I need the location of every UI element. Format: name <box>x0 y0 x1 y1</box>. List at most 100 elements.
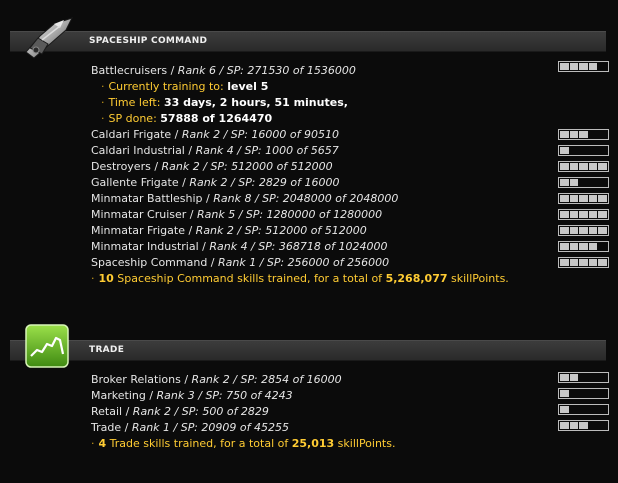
skill-name: Destroyers <box>91 160 151 173</box>
bullet-dot: · <box>101 96 105 109</box>
level-segment <box>598 131 607 138</box>
skill-level-bar <box>558 161 609 172</box>
trade-chart-icon <box>25 324 69 368</box>
trade-header: TRADE <box>10 340 606 361</box>
skill-detail: Rank 4 / SP: 1000 of 5657 <box>195 144 339 157</box>
skill-level-bar <box>558 129 609 140</box>
skill-level-bar <box>558 257 609 268</box>
skill-name: Trade <box>91 421 122 434</box>
skill-row: Retail / Rank 2 / SP: 500 of 2829 <box>91 405 269 418</box>
skill-level-bar <box>558 145 609 156</box>
level-segment <box>560 131 569 138</box>
skill-name: Caldari Frigate <box>91 128 172 141</box>
level-segment <box>598 195 607 202</box>
section-title: TRADE <box>89 345 125 355</box>
skill-row: Spaceship Command / Rank 1 / SP: 256000 … <box>91 256 390 269</box>
level-segment <box>560 179 569 186</box>
level-segment <box>560 243 569 250</box>
level-segment <box>579 179 588 186</box>
level-segment <box>579 63 588 70</box>
level-segment <box>569 227 579 234</box>
skill-detail: Rank 2 / SP: 2829 of 16000 <box>189 176 340 189</box>
skill-detail: Rank 2 / SP: 2854 of 16000 <box>191 373 342 386</box>
skill-name: Retail <box>91 405 123 418</box>
level-segment <box>560 63 569 70</box>
skill-row: Destroyers / Rank 2 / SP: 512000 of 5120… <box>91 160 333 173</box>
level-segment <box>560 390 569 397</box>
level-segment <box>579 227 588 234</box>
level-segment <box>569 390 579 397</box>
summary-total: 5,268,077 <box>385 272 448 285</box>
skill-level-bar <box>558 193 609 204</box>
level-segment <box>569 163 579 170</box>
level-segment <box>560 147 569 154</box>
summary-total: 25,013 <box>291 437 335 450</box>
training-sp-done-label: SP done: <box>108 112 161 125</box>
skills-summary: · 4 Trade skills trained, for a total of … <box>91 436 395 452</box>
level-segment <box>598 259 607 266</box>
skill-detail: Rank 8 / SP: 2048000 of 2048000 <box>213 192 399 205</box>
skill-row: Caldari Frigate / Rank 2 / SP: 16000 of … <box>91 128 340 141</box>
skill-name: Broker Relations <box>91 373 181 386</box>
level-segment <box>560 211 569 218</box>
skill-row: Gallente Frigate / Rank 2 / SP: 2829 of … <box>91 176 340 189</box>
level-segment <box>588 390 598 397</box>
level-segment <box>588 147 598 154</box>
training-time-left-label: Time left: <box>108 96 164 109</box>
skill-row: Minmatar Industrial / Rank 4 / SP: 36871… <box>91 240 388 253</box>
level-segment <box>588 63 598 70</box>
level-segment <box>579 163 588 170</box>
summary-text: Spaceship Command skills trained, for a … <box>113 272 386 285</box>
level-segment <box>598 406 607 413</box>
training-target-label: Currently training to: <box>108 80 228 93</box>
skill-detail: Rank 2 / SP: 16000 of 90510 <box>181 128 340 141</box>
level-segment <box>560 227 569 234</box>
level-segment <box>560 195 569 202</box>
level-segment <box>588 131 598 138</box>
bullet-dot: · <box>91 437 95 450</box>
level-segment <box>569 259 579 266</box>
training-sp-done-value: 57888 of 1264470 <box>160 112 273 125</box>
level-segment <box>598 163 607 170</box>
level-segment <box>569 63 579 70</box>
training-target-value: level 5 <box>227 80 269 93</box>
level-segment <box>579 406 588 413</box>
level-segment <box>598 243 607 250</box>
skill-level-bar <box>558 177 609 188</box>
level-segment <box>588 163 598 170</box>
skill-name: Minmatar Industrial <box>91 240 199 253</box>
skill-row: Minmatar Frigate / Rank 2 / SP: 512000 o… <box>91 224 367 237</box>
level-segment <box>579 147 588 154</box>
skill-name: Gallente Frigate <box>91 176 179 189</box>
training-time-left: · Time left: 33 days, 2 hours, 51 minutes… <box>101 95 348 111</box>
level-segment <box>588 422 598 429</box>
level-segment <box>569 131 579 138</box>
spaceship-command-header: SPACESHIP COMMAND <box>10 31 606 52</box>
skill-level-bar <box>558 388 609 399</box>
level-segment <box>569 147 579 154</box>
skill-row: Trade / Rank 1 / SP: 20909 of 45255 <box>91 421 289 434</box>
skill-detail: Rank 6 / SP: 271530 of 1536000 <box>177 64 356 77</box>
level-segment <box>588 243 598 250</box>
summary-count: 10 <box>98 272 114 285</box>
level-segment <box>569 195 579 202</box>
level-segment <box>569 422 579 429</box>
level-segment <box>588 406 598 413</box>
level-segment <box>579 211 588 218</box>
bullet-dot: · <box>101 80 105 93</box>
level-segment <box>569 374 579 381</box>
level-segment <box>598 422 607 429</box>
bullet-dot: · <box>101 112 105 125</box>
level-segment <box>588 211 598 218</box>
level-segment <box>588 259 598 266</box>
level-segment <box>579 259 588 266</box>
skill-name: Caldari Industrial <box>91 144 185 157</box>
section-title: SPACESHIP COMMAND <box>89 36 208 46</box>
skill-row: Marketing / Rank 3 / SP: 750 of 4243 <box>91 389 293 402</box>
training-sp-done: · SP done: 57888 of 1264470 <box>101 111 272 127</box>
level-segment <box>598 227 607 234</box>
level-segment <box>569 406 579 413</box>
skill-row: Minmatar Battleship / Rank 8 / SP: 20480… <box>91 192 399 205</box>
level-segment <box>579 131 588 138</box>
level-segment <box>569 179 579 186</box>
